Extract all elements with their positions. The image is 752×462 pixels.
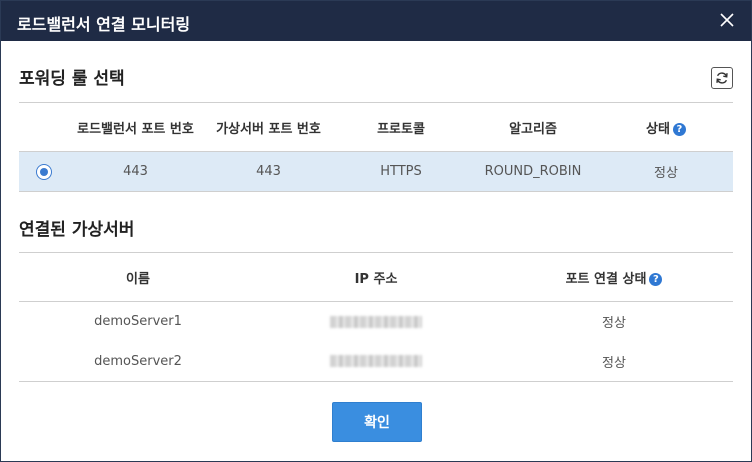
question-circle-icon[interactable]: ? [672,122,686,136]
confirm-button[interactable]: 확인 [332,402,422,442]
close-icon[interactable] [717,10,737,30]
column-header-vm-port: 가상서버 포트 번호 [216,121,321,137]
lb-port-cell: 443 [123,164,148,179]
column-header-select [19,103,69,152]
column-header-port-status: 포트 연결 상태? [495,253,733,302]
server-name-cell: demoServer1 [94,314,182,330]
table-header-row: 이름 IP 주소 포트 연결 상태? [19,253,733,302]
column-header-port-status-label: 포트 연결 상태 [565,271,647,287]
ip-address-cell [257,342,495,382]
load-balancer-monitoring-dialog: 로드밸런서 연결 모니터링 포워딩 룰 선택 로드밸런서 포트 번호 가상서버 … [0,0,752,462]
question-circle-icon[interactable]: ? [649,272,663,286]
column-header-status-label: 상태 [646,121,670,137]
row-select-cell [19,152,69,192]
connected-servers-table: 이름 IP 주소 포트 연결 상태? demoServer1 정상 demoSe… [19,252,733,382]
protocol-cell: HTTPS [380,164,422,179]
server-name-cell: demoServer2 [94,353,182,369]
column-header-name: 이름 [126,271,150,287]
column-header-protocol: 프로토콜 [377,121,425,137]
column-header-lb-port: 로드밸런서 포트 번호 [77,121,194,137]
port-status-cell: 정상 [602,316,626,332]
column-header-ip: IP 주소 [354,271,398,287]
ip-address-cell [257,302,495,342]
status-cell: 정상 [654,166,678,181]
table-row: demoServer1 정상 [19,302,733,342]
table-header-row: 로드밸런서 포트 번호 가상서버 포트 번호 프로토콜 알고리즘 상태? [19,103,733,152]
refresh-icon [716,72,728,84]
servers-section-title: 연결된 가상서버 [19,220,135,240]
port-status-cell: 정상 [602,355,626,371]
forwarding-section-title: 포워딩 룰 선택 [19,69,125,89]
refresh-button[interactable] [711,67,733,89]
redacted-ip [330,315,422,328]
redacted-ip [330,355,422,368]
radio-selected-icon[interactable] [36,163,52,180]
algorithm-cell: ROUND_ROBIN [484,164,582,179]
column-header-status: 상태? [599,103,733,152]
table-row[interactable]: 443 443 HTTPS ROUND_ROBIN 정상 [19,151,733,192]
dialog-titlebar: 로드밸런서 연결 모니터링 [1,1,751,41]
table-row: demoServer2 정상 [19,342,733,382]
dialog-title: 로드밸런서 연결 모니터링 [17,15,191,34]
column-header-algorithm: 알고리즘 [509,121,557,137]
forwarding-rule-table: 로드밸런서 포트 번호 가상서버 포트 번호 프로토콜 알고리즘 상태? 443… [19,102,733,192]
vm-port-cell: 443 [256,164,281,179]
